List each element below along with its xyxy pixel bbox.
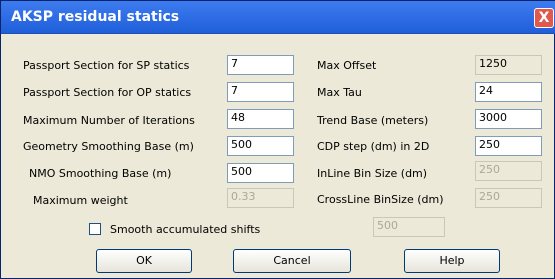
- cdp-step-input[interactable]: 250: [475, 136, 542, 156]
- label-cdp-step: CDP step (dm) in 2D: [317, 140, 430, 153]
- label-op-passport: Passport Section for OP statics: [23, 86, 192, 99]
- title-bar: AKSP residual statics X: [1, 1, 555, 34]
- max-iterations-input[interactable]: 48: [227, 109, 294, 129]
- crossline-bin-input: 250: [475, 188, 542, 208]
- dialog-window: AKSP residual statics X Passport Section…: [0, 0, 555, 279]
- label-nmo-smoothing: NMO Smoothing Base (m): [29, 167, 172, 180]
- close-button[interactable]: X: [534, 8, 554, 28]
- ok-button[interactable]: OK: [96, 249, 192, 273]
- label-crossline-bin: CrossLine BinSize (dm): [317, 193, 444, 206]
- nmo-smoothing-input[interactable]: 500: [227, 163, 294, 183]
- label-smooth-shifts: Smooth accumulated shifts: [110, 223, 261, 236]
- label-max-tau: Max Tau: [317, 86, 362, 99]
- cancel-button[interactable]: Cancel: [233, 249, 351, 273]
- max-tau-input[interactable]: 24: [475, 82, 542, 102]
- smooth-shifts-checkbox[interactable]: [89, 223, 101, 235]
- geometry-smoothing-input[interactable]: 500: [227, 136, 294, 156]
- label-max-iterations: Maximum Number of Iterations: [23, 114, 195, 127]
- label-inline-bin: InLine Bin Size (dm): [317, 167, 428, 180]
- op-passport-input[interactable]: 7: [227, 82, 294, 102]
- inline-bin-input: 250: [475, 161, 542, 181]
- label-geometry-smoothing: Geometry Smoothing Base (m): [23, 140, 194, 153]
- label-max-offset: Max Offset: [317, 59, 377, 72]
- help-button[interactable]: Help: [404, 249, 500, 273]
- label-trend-base: Trend Base (meters): [317, 114, 429, 127]
- sp-passport-input[interactable]: 7: [227, 55, 294, 75]
- label-sp-passport: Passport Section for SP statics: [23, 59, 190, 72]
- trend-base-input[interactable]: 3000: [475, 109, 542, 129]
- max-weight-input: 0.33: [227, 188, 294, 208]
- smooth-shifts-input: 500: [373, 217, 445, 237]
- label-max-weight: Maximum weight: [33, 194, 128, 207]
- max-offset-input: 1250: [475, 55, 542, 75]
- window-title: AKSP residual statics: [11, 9, 180, 25]
